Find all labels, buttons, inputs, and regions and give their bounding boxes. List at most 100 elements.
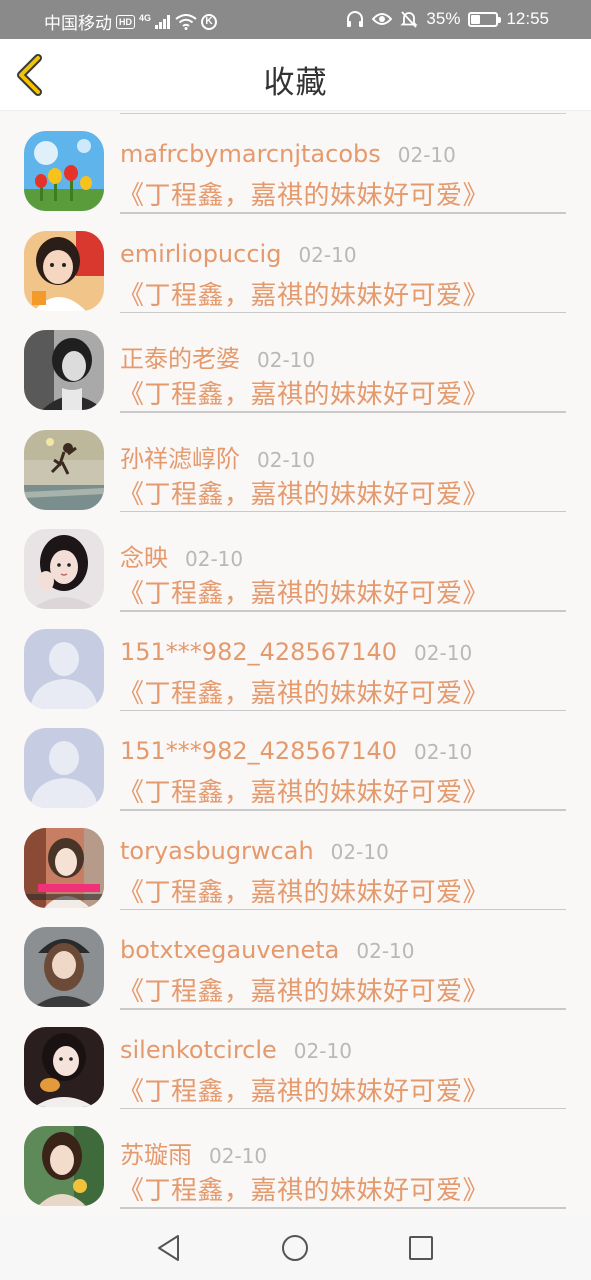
default-avatar [24,628,104,709]
list-item[interactable]: 151***982_428567140 02-10 《丁程鑫，嘉祺的妹妹好可爱》 [0,611,591,711]
item-header: 151***982_428567140 02-10 [120,737,472,765]
avatar[interactable] [24,728,104,808]
list-item[interactable]: 苏璇雨 02-10 《丁程鑫，嘉祺的妹妹好可爱》 [0,1108,591,1209]
item-header: 151***982_428567140 02-10 [120,638,472,666]
row-divider [120,1207,566,1209]
item-message[interactable]: 《丁程鑫，嘉祺的妹妹好可爱》 [118,1170,489,1207]
item-date: 02-10 [293,1038,352,1063]
item-header: 正泰的老婆 02-10 [120,339,315,374]
item-header: silenkotcircle 02-10 [120,1036,352,1064]
item-header: emirliopuccig 02-10 [120,240,357,268]
avatar[interactable] [24,330,104,410]
nav-back-button[interactable] [154,1233,184,1263]
item-message[interactable]: 《丁程鑫，嘉祺的妹妹好可爱》 [118,1071,489,1108]
list-item[interactable]: 正泰的老婆 02-10 《丁程鑫，嘉祺的妹妹好可爱》 [0,312,591,413]
item-date: 02-10 [356,939,415,963]
user-name[interactable]: emirliopuccig [120,240,281,268]
battery-level [471,14,480,24]
item-date: 02-10 [330,839,389,864]
network-type: 4G [139,12,152,23]
item-date: 02-10 [414,640,473,665]
jump-beach-photo [24,429,104,510]
user-name[interactable]: 151***982_428567140 [120,737,397,765]
user-name[interactable]: toryasbugrwcah [120,837,314,865]
item-header: mafrcbymarcnjtacobs 02-10 [120,140,456,168]
avatar[interactable] [24,1126,104,1206]
item-message[interactable]: 《丁程鑫，嘉祺的妹妹好可爱》 [118,971,489,1008]
item-message[interactable]: 《丁程鑫，嘉祺的妹妹好可爱》 [118,573,489,610]
item-date: 02-10 [397,143,456,167]
vpn-badge: K [201,13,218,30]
list-item[interactable]: 151***982_428567140 02-10 《丁程鑫，嘉祺的妹妹好可爱》 [0,710,591,811]
app-header: 收藏 [0,39,591,111]
avatar[interactable] [24,230,104,311]
list-item[interactable]: 念映 02-10 《丁程鑫，嘉祺的妹妹好可爱》 [0,511,591,612]
default-avatar [24,728,104,808]
item-message[interactable]: 《丁程鑫，嘉祺的妹妹好可爱》 [118,872,489,909]
avatar[interactable] [24,628,104,709]
page-title: 收藏 [263,65,328,101]
battery-percent: 35% [426,9,461,28]
item-header: botxtxegauveneta 02-10 [120,936,415,964]
girl-portrait-photo [24,529,104,609]
item-date: 02-10 [257,447,316,472]
favorites-list[interactable]: mafrcbymarcnjtacobs 02-10 《丁程鑫，嘉祺的妹妹好可爱》 em… [0,113,591,1216]
avatar[interactable] [24,827,104,908]
user-name[interactable]: 苏璇雨 [120,1135,192,1170]
list-item[interactable]: botxtxegauveneta 02-10 《丁程鑫，嘉祺的妹妹好可爱》 [0,909,591,1010]
system-nav-bar [0,1216,591,1280]
item-date: 02-10 [257,348,316,372]
nav-recents-button[interactable] [406,1233,436,1263]
item-header: 苏璇雨 02-10 [120,1135,267,1170]
avatar[interactable] [24,927,104,1007]
battery-icon [468,11,502,27]
item-message[interactable]: 《丁程鑫，嘉祺的妹妹好可爱》 [118,772,489,809]
item-message[interactable]: 《丁程鑫，嘉祺的妹妹好可爱》 [118,474,489,511]
status-left: 中国移动 HD 4G K [44,9,218,34]
user-name[interactable]: mafrcbymarcnjtacobs [120,140,381,168]
item-message[interactable]: 《丁程鑫，嘉祺的妹妹好可爱》 [118,175,489,212]
eye-icon [372,13,393,25]
clock: 12:55 [506,9,549,28]
signal-icon [155,14,171,29]
circle-home-icon [282,1235,308,1261]
item-header: toryasbugrwcah 02-10 [120,837,389,865]
list-item[interactable]: toryasbugrwcah 02-10 《丁程鑫，嘉祺的妹妹好可爱》 [0,810,591,910]
woman-cap-photo [24,927,104,1007]
item-header: 孙祥滤崞阶 02-10 [120,439,315,474]
avatar[interactable] [24,1026,104,1107]
nav-home-button[interactable] [280,1233,310,1263]
avatar[interactable] [24,429,104,510]
list-item[interactable]: 孙祥滤崞阶 02-10 《丁程鑫，嘉祺的妹妹好可爱》 [0,412,591,512]
list-item[interactable]: mafrcbymarcnjtacobs 02-10 《丁程鑫，嘉祺的妹妹好可爱》 [0,113,591,214]
avatar[interactable] [24,131,104,211]
triangle-back-icon [158,1235,179,1261]
item-date: 02-10 [185,547,244,571]
list-item[interactable]: silenkotcircle 02-10 《丁程鑫，嘉祺的妹妹好可爱》 [0,1009,591,1109]
item-message[interactable]: 《丁程鑫，嘉祺的妹妹好可爱》 [118,275,489,312]
user-name[interactable]: silenkotcircle [120,1036,277,1064]
mute-bell-icon [400,10,419,28]
headphones-icon [347,11,364,27]
girl-flower-photo [24,1126,104,1206]
item-message[interactable]: 《丁程鑫，嘉祺的妹妹好可爱》 [118,374,489,411]
item-date: 02-10 [414,740,473,764]
item-date: 02-10 [298,242,357,267]
user-name[interactable]: botxtxegauveneta [120,936,339,964]
hd-badge: HD [116,14,135,29]
list-item[interactable]: emirliopuccig 02-10 《丁程鑫，嘉祺的妹妹好可爱》 [0,213,591,313]
user-name[interactable]: 正泰的老婆 [120,339,240,374]
item-header: 念映 02-10 [120,538,243,573]
girl-eating-photo [24,1026,104,1107]
girl-bw-photo [24,330,104,410]
woman-street-photo [24,827,104,908]
tulips-photo [24,131,104,211]
user-name[interactable]: 孙祥滤崞阶 [120,439,240,474]
user-name[interactable]: 151***982_428567140 [120,638,397,666]
user-name[interactable]: 念映 [120,538,168,573]
item-date: 02-10 [209,1144,268,1168]
square-recents-icon [409,1236,433,1260]
avatar[interactable] [24,529,104,609]
item-message[interactable]: 《丁程鑫，嘉祺的妹妹好可爱》 [118,673,489,710]
carrier-label: 中国移动 [44,14,112,33]
